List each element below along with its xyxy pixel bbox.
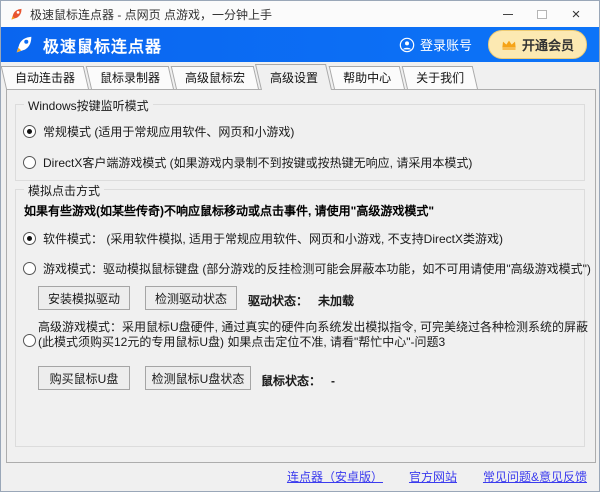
crown-icon [501, 39, 517, 51]
radio-advanced-game-mode[interactable] [23, 334, 36, 347]
app-window: 极速鼠标连点器 - 点网页 点游戏，一分钟上手 × 极速鼠标连点器 [0, 0, 600, 492]
rocket-icon [9, 7, 24, 22]
check-driver-button[interactable]: 检测驱动状态 [145, 286, 237, 310]
user-icon [399, 37, 415, 53]
footer-links: 连点器（安卓版） 官方网站 常见问题&意见反馈 [287, 468, 587, 485]
radio-label: 游戏模式：驱动模拟鼠标键盘 (部分游戏的反挂检测可能会屏蔽本功能，如不可用请使用… [43, 260, 591, 277]
link-faq-feedback[interactable]: 常见问题&意见反馈 [483, 468, 587, 485]
advanced-mode-line2: (此模式须购买12元的专用鼠标U盘) 如果点击定位不准, 请看"帮忙中心"-问题… [38, 335, 588, 350]
settings-pane: Windows按键监听模式 常规模式 (适用于常规应用软件、网页和小游戏) Di… [6, 89, 596, 463]
radio-icon [23, 232, 36, 245]
minimize-icon [503, 14, 513, 15]
mouse-status-label: 鼠标状态： [261, 374, 321, 388]
vip-label: 开通会员 [522, 35, 574, 54]
click-mode-legend: 模拟点击方式 [24, 182, 104, 199]
tab-mouse-recorder[interactable]: 鼠标录制器 [91, 66, 174, 89]
tab-help-center[interactable]: 帮助中心 [334, 66, 405, 89]
maximize-button[interactable] [525, 1, 559, 27]
radio-icon [23, 125, 36, 138]
login-button[interactable]: 登录账号 [399, 35, 472, 54]
header-actions: 登录账号 开通会员 [399, 30, 587, 59]
radio-normal-mode[interactable]: 常规模式 (适用于常规应用软件、网页和小游戏) [23, 123, 294, 140]
radio-icon [23, 262, 36, 275]
app-header: 极速鼠标连点器 登录账号 开通会员 [1, 27, 599, 62]
maximize-icon [537, 10, 547, 19]
link-official-site[interactable]: 官方网站 [409, 468, 457, 485]
close-button[interactable]: × [559, 1, 593, 27]
title-bar: 极速鼠标连点器 - 点网页 点游戏，一分钟上手 × [1, 1, 599, 27]
game-mode-warning: 如果有些游戏(如某些传奇)不响应鼠标移动或点击事件, 请使用"高级游戏模式" [24, 202, 434, 219]
driver-status: 驱动状态： 未加载 [248, 292, 354, 309]
radio-game-mode[interactable]: 游戏模式：驱动模拟鼠标键盘 (部分游戏的反挂检测可能会屏蔽本功能，如不可用请使用… [23, 260, 591, 277]
app-name: 极速鼠标连点器 [43, 33, 162, 57]
tab-bar: 自动连击器 鼠标录制器 高级鼠标宏 高级设置 帮助中心 关于我们 [6, 63, 594, 89]
keyboard-mode-legend: Windows按键监听模式 [24, 97, 153, 114]
link-android-clicker[interactable]: 连点器（安卓版） [287, 468, 383, 485]
keyboard-mode-group: Windows按键监听模式 常规模式 (适用于常规应用软件、网页和小游戏) Di… [15, 104, 585, 181]
radio-icon [23, 156, 36, 169]
minimize-button[interactable] [491, 1, 525, 27]
tab-auto-clicker[interactable]: 自动连击器 [6, 66, 89, 89]
driver-status-value: 未加载 [318, 294, 354, 308]
tab-advanced-settings[interactable]: 高级设置 [261, 64, 332, 90]
rocket-icon [13, 34, 35, 56]
window-title: 极速鼠标连点器 - 点网页 点游戏，一分钟上手 [30, 6, 272, 23]
driver-status-label: 驱动状态： [248, 294, 308, 308]
radio-label: 软件模式： (采用软件模拟, 适用于常规应用软件、网页和小游戏, 不支持Dire… [43, 230, 503, 247]
install-driver-button[interactable]: 安装模拟驱动 [38, 286, 130, 310]
advanced-mode-line1: 高级游戏模式：采用鼠标U盘硬件, 通过真实的硬件向系统发出模拟指令, 可完美绕过… [38, 320, 588, 335]
vip-button[interactable]: 开通会员 [488, 30, 587, 59]
radio-label: DirectX客户端游戏模式 (如果游戏内录制不到按键或按热键无响应, 请采用本… [43, 154, 472, 171]
mouse-status: 鼠标状态：- [261, 372, 335, 389]
buy-usb-button[interactable]: 购买鼠标U盘 [38, 366, 130, 390]
window-controls: × [491, 1, 593, 27]
tab-about-us[interactable]: 关于我们 [407, 66, 478, 89]
click-mode-group: 模拟点击方式 如果有些游戏(如某些传奇)不响应鼠标移动或点击事件, 请使用"高级… [15, 189, 585, 447]
check-usb-button[interactable]: 检测鼠标U盘状态 [145, 366, 251, 390]
tab-advanced-macro[interactable]: 高级鼠标宏 [176, 66, 259, 89]
advanced-mode-label: 高级游戏模式：采用鼠标U盘硬件, 通过真实的硬件向系统发出模拟指令, 可完美绕过… [38, 320, 588, 350]
radio-label: 常规模式 (适用于常规应用软件、网页和小游戏) [43, 123, 294, 140]
login-label: 登录账号 [420, 35, 472, 54]
mouse-status-value: - [331, 374, 335, 388]
radio-software-mode[interactable]: 软件模式： (采用软件模拟, 适用于常规应用软件、网页和小游戏, 不支持Dire… [23, 230, 503, 247]
radio-directx-mode[interactable]: DirectX客户端游戏模式 (如果游戏内录制不到按键或按热键无响应, 请采用本… [23, 154, 472, 171]
close-icon: × [572, 7, 581, 22]
brand: 极速鼠标连点器 [13, 33, 162, 57]
radio-icon [23, 334, 36, 347]
